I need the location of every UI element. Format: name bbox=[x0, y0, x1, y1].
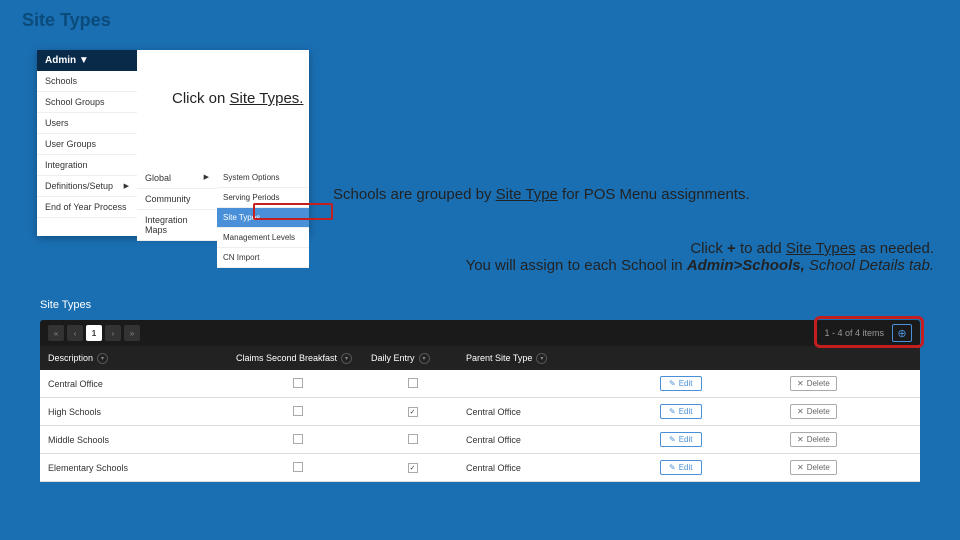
pager-page-1[interactable]: 1 bbox=[86, 325, 102, 341]
cell-daily: ✓ bbox=[365, 406, 460, 417]
grid-header-row: Description ▾ Claims Second Breakfast ▾ Da… bbox=[40, 346, 920, 370]
edit-icon: ✎ bbox=[669, 407, 676, 416]
filter-icon[interactable]: ▾ bbox=[419, 353, 430, 364]
cell-daily: ✓ bbox=[365, 462, 460, 473]
chevron-right-icon: ▶ bbox=[124, 182, 129, 190]
checkbox-icon bbox=[408, 434, 418, 444]
menu-schools[interactable]: Schools bbox=[37, 71, 137, 92]
table-row: Elementary Schools ✓ Central Office✎ Edit ✕… bbox=[40, 454, 920, 482]
filter-icon[interactable]: ▾ bbox=[536, 353, 547, 364]
cell-description: Elementary Schools bbox=[40, 463, 230, 473]
highlight-box-site-types bbox=[253, 203, 333, 220]
cell-parent: Central Office bbox=[460, 463, 660, 473]
cell-claims bbox=[230, 462, 365, 474]
edit-button[interactable]: ✎ Edit bbox=[660, 432, 702, 447]
menu-users[interactable]: Users bbox=[37, 113, 137, 134]
checkbox-icon bbox=[293, 378, 303, 388]
pager-next[interactable]: › bbox=[105, 325, 121, 341]
cell-description: Central Office bbox=[40, 379, 230, 389]
filter-icon[interactable]: ▾ bbox=[341, 353, 352, 364]
site-types-grid: « ‹ 1 › » 1 - 4 of 4 items ⊕ Description… bbox=[40, 320, 920, 500]
header-parent[interactable]: Parent Site Type bbox=[466, 353, 532, 363]
checkbox-icon: ✓ bbox=[408, 407, 418, 417]
menu-eoy-process[interactable]: End of Year Process bbox=[37, 197, 137, 218]
edit-button[interactable]: ✎ Edit bbox=[660, 376, 702, 391]
cell-parent: Central Office bbox=[460, 435, 660, 445]
page-header: Site Types bbox=[22, 10, 111, 31]
header-daily[interactable]: Daily Entry bbox=[371, 353, 415, 363]
cell-description: High Schools bbox=[40, 407, 230, 417]
delete-button[interactable]: ✕ Delete bbox=[790, 376, 837, 391]
header-description[interactable]: Description bbox=[48, 353, 93, 363]
edit-button[interactable]: ✎ Edit bbox=[660, 460, 702, 475]
checkbox-icon bbox=[293, 434, 303, 444]
menu-definitions-label: Definitions/Setup bbox=[45, 181, 113, 191]
checkbox-icon bbox=[293, 406, 303, 416]
cell-daily bbox=[365, 434, 460, 446]
edit-icon: ✎ bbox=[669, 379, 676, 388]
submenu-system-options[interactable]: System Options bbox=[217, 168, 309, 188]
delete-button[interactable]: ✕ Delete bbox=[790, 404, 837, 419]
highlight-box-add bbox=[814, 316, 924, 348]
cell-daily bbox=[365, 378, 460, 390]
edit-button[interactable]: ✎ Edit bbox=[660, 404, 702, 419]
checkbox-icon: ✓ bbox=[408, 463, 418, 473]
submenu-global-label: Global bbox=[145, 173, 171, 183]
chevron-right-icon: ▶ bbox=[204, 173, 209, 183]
menu-user-groups[interactable]: User Groups bbox=[37, 134, 137, 155]
close-icon: ✕ bbox=[797, 379, 804, 388]
cell-description: Middle Schools bbox=[40, 435, 230, 445]
edit-icon: ✎ bbox=[669, 435, 676, 444]
grid-toolbar: « ‹ 1 › » 1 - 4 of 4 items ⊕ bbox=[40, 320, 920, 346]
menu-integration[interactable]: Integration bbox=[37, 155, 137, 176]
delete-button[interactable]: ✕ Delete bbox=[790, 460, 837, 475]
instruction-3: Click + to add Site Types as needed. You… bbox=[466, 240, 934, 274]
checkbox-icon bbox=[293, 462, 303, 472]
filter-icon[interactable]: ▾ bbox=[97, 353, 108, 364]
close-icon: ✕ bbox=[797, 407, 804, 416]
submenu-cn-import[interactable]: CN Import bbox=[217, 248, 309, 268]
delete-button[interactable]: ✕ Delete bbox=[790, 432, 837, 447]
table-row: High Schools ✓ Central Office✎ Edit ✕ Delet… bbox=[40, 398, 920, 426]
table-row: Central Office ✎ Edit ✕ Delete bbox=[40, 370, 920, 398]
checkbox-icon bbox=[408, 378, 418, 388]
submenu-community[interactable]: Community bbox=[137, 189, 217, 210]
cell-claims bbox=[230, 434, 365, 446]
instruction-1: Click on Site Types. bbox=[172, 90, 303, 107]
menu-school-groups[interactable]: School Groups bbox=[37, 92, 137, 113]
pager-first[interactable]: « bbox=[48, 325, 64, 341]
pager-prev[interactable]: ‹ bbox=[67, 325, 83, 341]
close-icon: ✕ bbox=[797, 435, 804, 444]
header-claims[interactable]: Claims Second Breakfast bbox=[236, 353, 337, 363]
edit-icon: ✎ bbox=[669, 463, 676, 472]
section-title: Site Types bbox=[40, 299, 91, 311]
close-icon: ✕ bbox=[797, 463, 804, 472]
pager-last[interactable]: » bbox=[124, 325, 140, 341]
instruction-2: Schools are grouped by Site Type for POS… bbox=[333, 186, 750, 203]
submenu-global[interactable]: Global ▶ bbox=[137, 168, 217, 189]
cell-claims bbox=[230, 378, 365, 390]
submenu-mgmt-levels[interactable]: Management Levels bbox=[217, 228, 309, 248]
pager: « ‹ 1 › » bbox=[48, 325, 140, 341]
table-row: Middle Schools Central Office✎ Edit ✕ Dele… bbox=[40, 426, 920, 454]
submenu-integration-maps[interactable]: Integration Maps bbox=[137, 210, 217, 241]
menu-definitions-setup[interactable]: Definitions/Setup ▶ bbox=[37, 176, 137, 197]
admin-menu-screenshot: Admin ▼ Schools School Groups Users User… bbox=[37, 50, 309, 236]
cell-claims bbox=[230, 406, 365, 418]
menu-admin-title[interactable]: Admin ▼ bbox=[37, 50, 137, 71]
cell-parent: Central Office bbox=[460, 407, 660, 417]
